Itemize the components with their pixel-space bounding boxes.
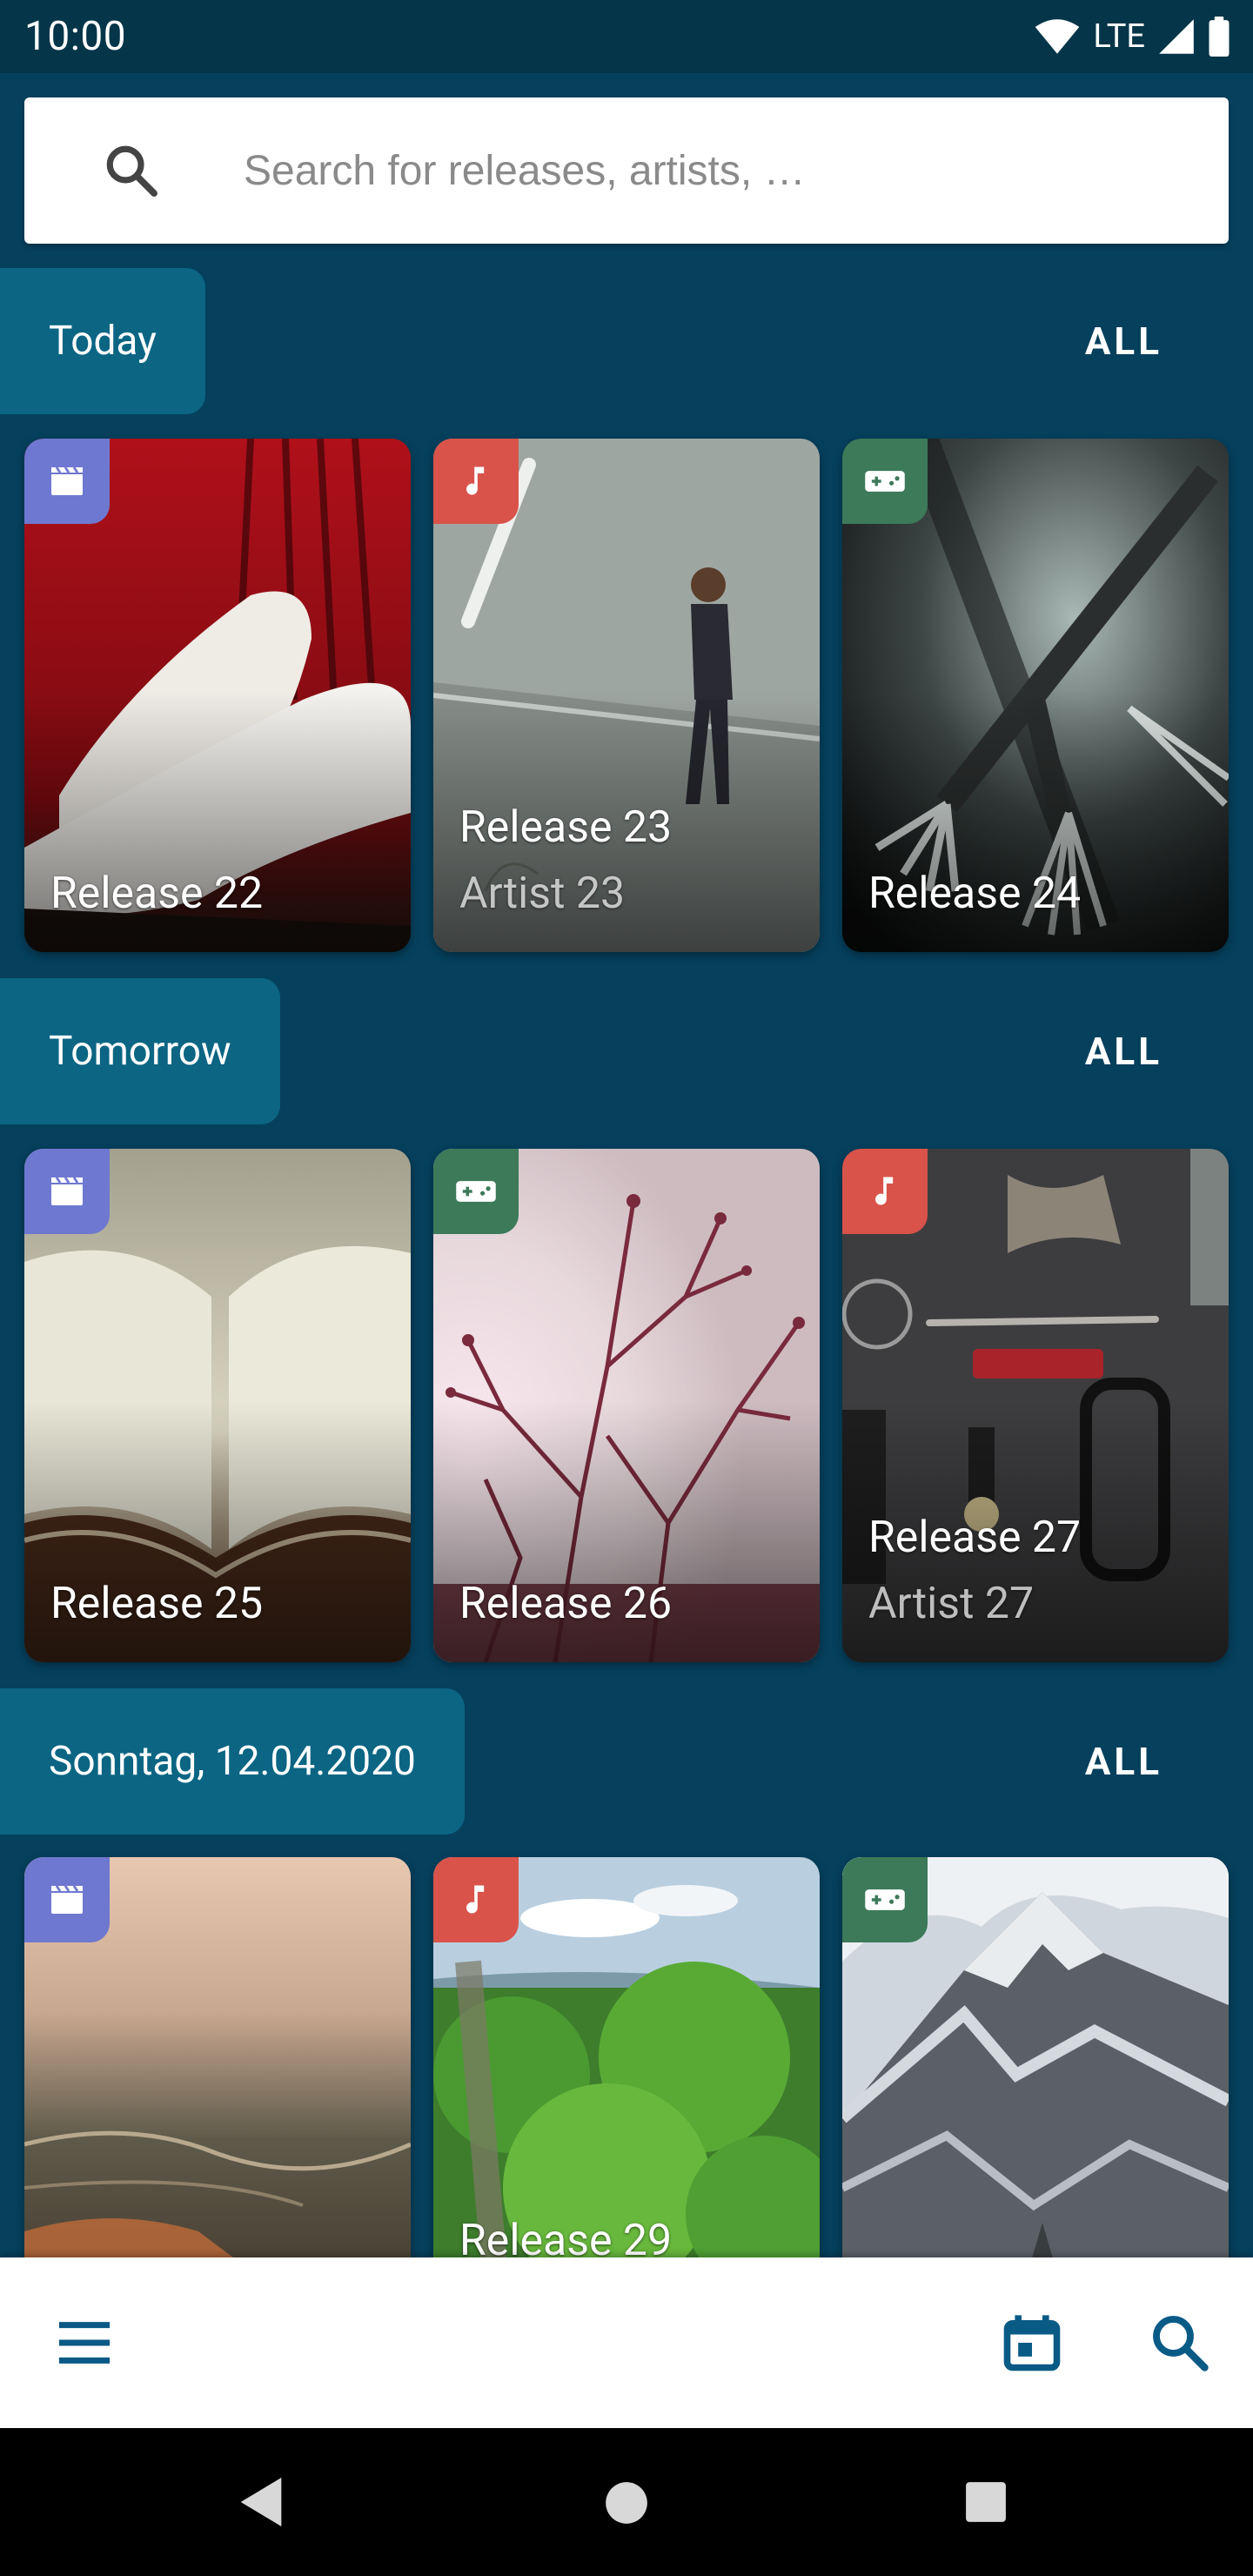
music-note-icon <box>875 1177 894 1205</box>
movie-badge <box>24 1857 110 1942</box>
home-icon[interactable] <box>604 2480 649 2526</box>
music-badge <box>842 1149 928 1234</box>
clapperboard-icon <box>51 466 83 495</box>
all-button[interactable]: ALL <box>1085 978 1163 1124</box>
clapperboard-icon <box>51 1177 83 1205</box>
section-header-sonntag: Sonntag, 12.04.2020 ALL <box>0 1688 1253 1835</box>
recents-icon[interactable] <box>964 2480 1008 2524</box>
music-note-icon <box>466 466 485 495</box>
gamepad-icon <box>865 1889 905 1910</box>
search-bar[interactable] <box>24 97 1229 244</box>
search-icon[interactable] <box>1149 2311 1211 2374</box>
release-card[interactable]: Release 25 <box>24 1149 411 1662</box>
gamepad-icon <box>865 471 905 492</box>
system-nav-bar <box>0 2428 1253 2576</box>
release-title: Release 22 <box>50 869 264 919</box>
cards-row-today: Release 22 Release 23 Artist 23 Release … <box>24 439 1229 952</box>
game-badge <box>433 1149 519 1234</box>
status-bar: 10:00 LTE <box>0 0 1253 73</box>
all-button[interactable]: ALL <box>1085 1688 1163 1835</box>
calendar-icon[interactable] <box>999 2310 1065 2376</box>
release-artist: Artist 23 <box>459 869 626 919</box>
section-label: Sonntag, 12.04.2020 <box>0 1688 465 1835</box>
music-badge <box>433 439 519 524</box>
movie-badge <box>24 439 110 524</box>
release-title: Release 27 <box>868 1513 1082 1563</box>
wifi-icon <box>1035 19 1080 54</box>
bottom-app-bar <box>0 2257 1253 2428</box>
music-note-icon <box>466 1885 485 1914</box>
section-label: Today <box>0 268 205 414</box>
release-title: Release 24 <box>868 869 1082 919</box>
release-card[interactable]: Release 24 <box>842 439 1229 952</box>
music-badge <box>433 1857 519 1942</box>
cards-row-tomorrow: Release 25 Release 26 Release 27 Artist … <box>24 1149 1229 1662</box>
status-icons: LTE <box>1034 17 1230 57</box>
section-header-today: Today ALL <box>0 268 1253 414</box>
release-title: Release 23 <box>459 802 673 853</box>
gamepad-icon <box>456 1181 496 1202</box>
battery-icon <box>1209 17 1230 57</box>
game-badge <box>842 1857 928 1942</box>
release-card[interactable]: Release 23 Artist 23 <box>433 439 820 952</box>
signal-icon <box>1159 19 1194 54</box>
search-input[interactable] <box>244 97 1201 244</box>
all-button[interactable]: ALL <box>1085 268 1163 414</box>
back-icon[interactable] <box>237 2475 285 2529</box>
release-artist: Artist 27 <box>868 1579 1035 1629</box>
release-card[interactable]: Release 26 <box>433 1149 820 1662</box>
movie-badge <box>24 1149 110 1234</box>
release-card[interactable]: Release 27 Artist 27 <box>842 1149 1229 1662</box>
release-title: Release 25 <box>50 1579 264 1629</box>
search-icon <box>106 145 157 197</box>
menu-icon[interactable] <box>54 2315 115 2371</box>
section-header-tomorrow: Tomorrow ALL <box>0 978 1253 1124</box>
section-label: Tomorrow <box>0 978 280 1124</box>
game-badge <box>842 439 928 524</box>
status-time: 10:00 <box>24 13 127 60</box>
release-title: Release 26 <box>459 1579 673 1629</box>
network-type: LTE <box>1093 17 1145 56</box>
clapperboard-icon <box>51 1885 83 1914</box>
release-card[interactable]: Release 22 <box>24 439 411 952</box>
